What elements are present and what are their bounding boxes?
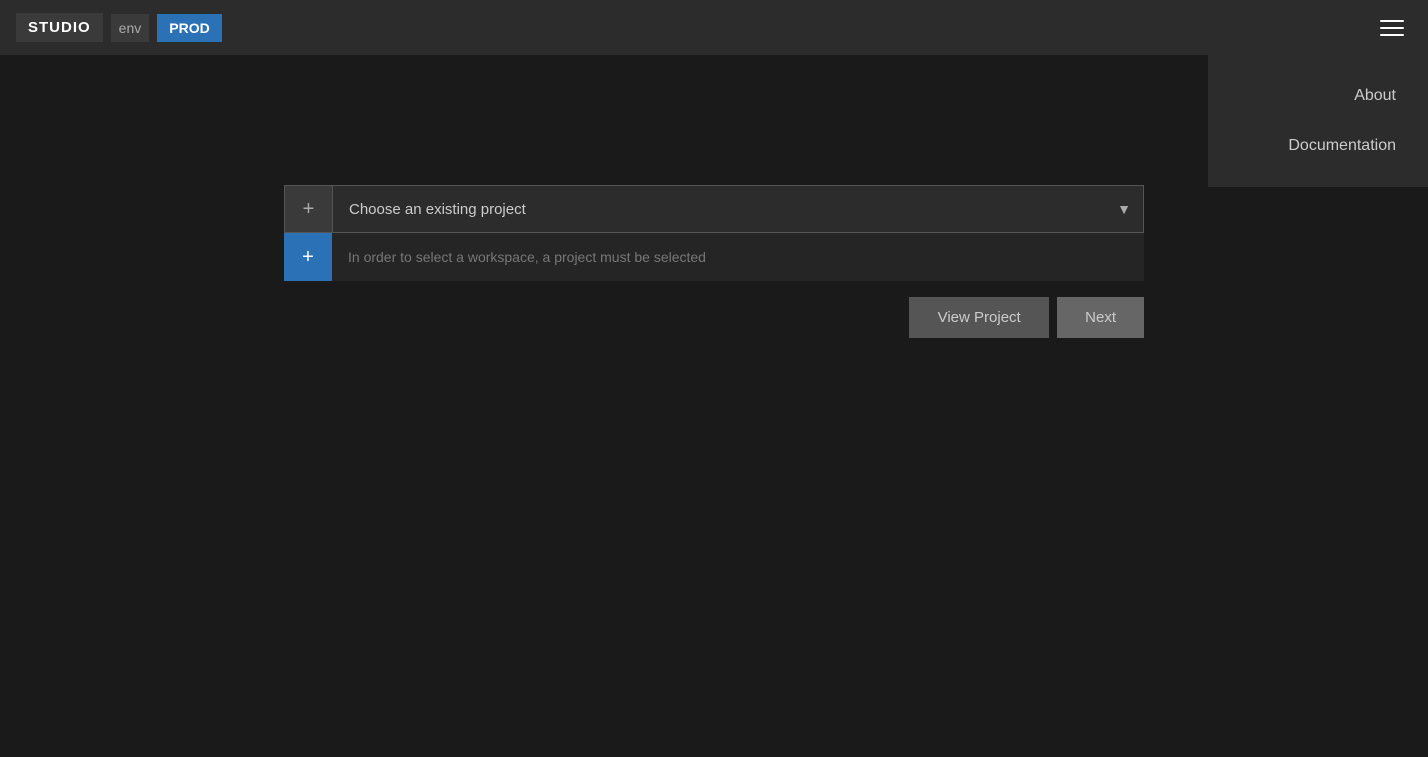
buttons-row: View Project Next <box>284 297 1144 338</box>
header: STUDIO env PROD <box>0 0 1428 55</box>
project-row-1: + Choose an existing project ▼ <box>284 185 1144 233</box>
add-workspace-button[interactable]: + <box>284 233 332 281</box>
menu-item-about[interactable]: About <box>1208 71 1428 121</box>
workspace-info-text: In order to select a workspace, a projec… <box>332 233 1144 281</box>
view-project-button[interactable]: View Project <box>909 297 1049 338</box>
next-button[interactable]: Next <box>1057 297 1144 338</box>
dropdown-menu: About Documentation <box>1208 55 1428 187</box>
project-row-2: + In order to select a workspace, a proj… <box>284 233 1144 281</box>
add-project-button-1[interactable]: + <box>285 186 333 232</box>
hamburger-icon <box>1380 20 1404 36</box>
env-label: env <box>111 14 150 42</box>
studio-label: STUDIO <box>16 13 103 42</box>
project-select[interactable]: Choose an existing project <box>333 186 1143 232</box>
prod-label: PROD <box>157 14 221 42</box>
hamburger-menu-button[interactable] <box>1372 12 1412 44</box>
project-select-container: Choose an existing project ▼ <box>333 186 1143 232</box>
menu-item-documentation[interactable]: Documentation <box>1208 121 1428 171</box>
project-panel: + Choose an existing project ▼ + In orde… <box>284 185 1144 338</box>
header-left: STUDIO env PROD <box>16 13 222 42</box>
